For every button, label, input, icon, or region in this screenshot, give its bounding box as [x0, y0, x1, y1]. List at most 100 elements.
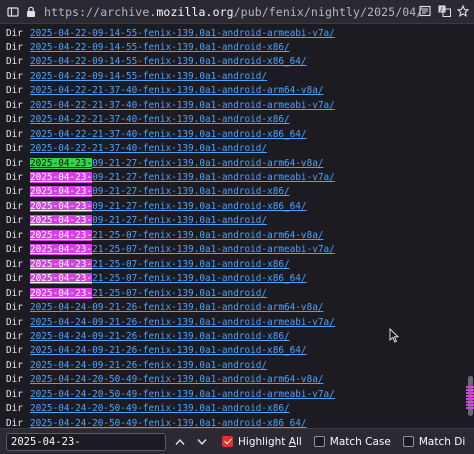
entry-type-label: Dir [6, 56, 23, 68]
highlight-all-label: Highlight All [238, 435, 302, 448]
match-diacritics-option[interactable]: Match Di [402, 436, 465, 448]
url-domain: mozilla.org [156, 4, 234, 19]
directory-link[interactable]: 2025-04-22-09-14-55-fenix-139.0a1-androi… [30, 28, 335, 39]
entry-type-label: Dir [6, 229, 23, 241]
directory-link[interactable]: 2025-04-22-21-37-40-fenix-139.0a1-androi… [30, 129, 307, 140]
entry-type-label: Dir [6, 258, 23, 270]
directory-link[interactable]: 2025-04-22-21-37-40-fenix-139.0a1-androi… [30, 100, 335, 111]
list-item: Dir 2025-04-24-09-21-26-fenix-139.0a1-and… [6, 301, 324, 315]
directory-link[interactable]: 2025-04-24-09-21-26-fenix-139.0a1-androi… [30, 360, 267, 371]
entry-type-label: Dir [6, 316, 23, 328]
directory-link[interactable]: 2025-04-24-09-21-26-fenix-139.0a1-androi… [30, 331, 290, 342]
panel-toggle-icon[interactable] [6, 5, 20, 19]
directory-link[interactable]: 2025-04-22-09-14-55-fenix-139.0a1-androi… [30, 56, 307, 67]
entry-type-label: Dir [6, 85, 23, 97]
list-item: Dir 2025-04-23-09-21-27-fenix-139.0a1-and… [6, 185, 290, 199]
match-case-option[interactable]: Match Case [313, 435, 391, 448]
reader-view-icon[interactable] [418, 4, 432, 18]
directory-link[interactable]: 2025-04-22-21-37-40-fenix-139.0a1-androi… [30, 143, 267, 154]
directory-link-text: 2025-04-22-09-14-55-fenix-139.0a1-androi… [30, 70, 268, 82]
translate-icon[interactable]: A [437, 4, 451, 18]
directory-link-text: 21-25-07-fenix-139.0a1-android/ [92, 287, 268, 299]
match-diacritics-checkbox[interactable] [402, 436, 414, 447]
directory-link-text: 2025-04-22-21-37-40-fenix-139.0a1-androi… [30, 143, 268, 155]
directory-link[interactable]: 2025-04-24-20-50-49-fenix-139.0a1-androi… [30, 418, 307, 428]
entry-type-label: Dir [6, 186, 23, 198]
directory-link[interactable]: 2025-04-22-09-14-55-fenix-139.0a1-androi… [30, 71, 267, 82]
list-item: Dir 2025-04-24-09-21-26-fenix-139.0a1-and… [6, 329, 290, 343]
directory-link[interactable]: 2025-04-24-20-50-49-fenix-139.0a1-androi… [30, 389, 335, 400]
directory-link-text: 2025-04-22-09-14-55-fenix-139.0a1-androi… [30, 56, 307, 68]
address-bar[interactable]: https://archive.mozilla.org/pub/fenix/ni… [0, 0, 474, 24]
list-item: Dir 2025-04-24-20-50-49-fenix-139.0a1-and… [6, 387, 335, 401]
list-item: Dir 2025-04-22-21-37-40-fenix-139.0a1-and… [6, 113, 290, 127]
vertical-scrollbar[interactable] [466, 24, 474, 428]
list-item: Dir 2025-04-23-21-25-07-fenix-139.0a1-and… [6, 228, 324, 242]
directory-link[interactable]: 2025-04-23-21-25-07-fenix-139.0a1-androi… [30, 273, 307, 285]
directory-link-text: 21-25-07-fenix-139.0a1-android-x86/ [92, 258, 290, 270]
find-match-highlight: 2025-04-23- [30, 258, 93, 270]
directory-link[interactable]: 2025-04-24-20-50-49-fenix-139.0a1-androi… [30, 374, 324, 385]
directory-link[interactable]: 2025-04-22-21-37-40-fenix-139.0a1-androi… [30, 114, 290, 125]
find-next-button[interactable] [194, 434, 210, 450]
highlight-all-option[interactable]: Highlight All [222, 436, 302, 448]
directory-link[interactable]: 2025-04-23-21-25-07-fenix-139.0a1-androi… [30, 229, 324, 241]
directory-link-text: 21-25-07-fenix-139.0a1-android-armeabi-v… [92, 244, 335, 256]
directory-link-text: 2025-04-24-20-50-49-fenix-139.0a1-androi… [30, 417, 307, 428]
find-match-highlight: 2025-04-23- [30, 186, 93, 198]
find-previous-button[interactable] [172, 434, 188, 450]
directory-link[interactable]: 2025-04-24-09-21-26-fenix-139.0a1-androi… [30, 302, 324, 313]
directory-link-text: 09-21-27-fenix-139.0a1-android-x86/ [92, 186, 290, 198]
directory-link[interactable]: 2025-04-23-21-25-07-fenix-139.0a1-androi… [30, 258, 290, 270]
list-item: Dir 2025-04-24-20-50-49-fenix-139.0a1-and… [6, 373, 324, 387]
entry-type-label: Dir [6, 172, 23, 183]
directory-link[interactable]: 2025-04-22-09-14-55-fenix-139.0a1-androi… [30, 42, 290, 53]
entry-type-label: Dir [6, 374, 23, 386]
directory-link-text: 2025-04-24-20-50-49-fenix-139.0a1-androi… [30, 388, 335, 400]
entry-type-label: Dir [6, 302, 23, 314]
list-item: Dir 2025-04-23-21-25-07-fenix-139.0a1-and… [6, 257, 290, 271]
directory-link-text: 2025-04-22-21-37-40-fenix-139.0a1-androi… [30, 99, 335, 111]
find-active-match: 2025-04-23- [30, 157, 93, 169]
find-match-highlight: 2025-04-23- [30, 244, 93, 256]
lock-icon[interactable] [24, 5, 38, 19]
entry-type-label: Dir [6, 417, 23, 428]
directory-link[interactable]: 2025-04-24-09-21-26-fenix-139.0a1-androi… [30, 317, 335, 328]
list-item: Dir 2025-04-22-21-37-40-fenix-139.0a1-and… [6, 142, 267, 156]
match-case-checkbox[interactable] [313, 436, 325, 447]
directory-link-text: 09-21-27-fenix-139.0a1-android-armeabi-v… [92, 172, 335, 183]
entry-type-label: Dir [6, 114, 23, 126]
directory-link[interactable]: 2025-04-22-21-37-40-fenix-139.0a1-androi… [30, 85, 324, 96]
entry-type-label: Dir [6, 388, 23, 400]
list-item: Dir 2025-04-23-09-21-27-fenix-139.0a1-and… [6, 214, 267, 228]
directory-link[interactable]: 2025-04-24-09-21-26-fenix-139.0a1-androi… [30, 345, 307, 356]
highlight-all-checkbox[interactable] [222, 436, 233, 447]
url-text[interactable]: https://archive.mozilla.org/pub/fenix/ni… [44, 5, 423, 19]
entry-type-label: Dir [6, 345, 23, 357]
directory-link-text: 09-21-27-fenix-139.0a1-android/ [92, 215, 268, 227]
directory-link-text: 09-21-27-fenix-139.0a1-android-arm64-v8a… [92, 157, 324, 169]
directory-link[interactable]: 2025-04-23-09-21-27-fenix-139.0a1-androi… [30, 186, 290, 198]
list-item: Dir 2025-04-22-09-14-55-fenix-139.0a1-and… [6, 55, 307, 69]
directory-link[interactable]: 2025-04-24-20-50-49-fenix-139.0a1-androi… [30, 403, 290, 414]
directory-link-text: 2025-04-24-09-21-26-fenix-139.0a1-androi… [30, 345, 307, 357]
bookmark-icon[interactable] [456, 4, 470, 18]
directory-link[interactable]: 2025-04-23-21-25-07-fenix-139.0a1-androi… [30, 287, 268, 299]
list-item: Dir 2025-04-24-20-50-49-fenix-139.0a1-and… [6, 402, 290, 416]
directory-link-text: 2025-04-22-21-37-40-fenix-139.0a1-androi… [30, 85, 324, 97]
entry-type-label: Dir [6, 330, 23, 342]
match-case-label: Match Case [329, 435, 391, 448]
find-input[interactable] [6, 432, 166, 451]
directory-link[interactable]: 2025-04-23-09-21-27-fenix-139.0a1-androi… [30, 172, 335, 183]
entry-type-label: Dir [6, 403, 23, 415]
entry-type-label: Dir [6, 287, 23, 299]
directory-link[interactable]: 2025-04-23-09-21-27-fenix-139.0a1-androi… [30, 200, 307, 212]
directory-link-text: 21-25-07-fenix-139.0a1-android-x86_64/ [92, 273, 307, 285]
directory-link[interactable]: 2025-04-23-21-25-07-fenix-139.0a1-androi… [30, 244, 335, 256]
entry-type-label: Dir [6, 215, 23, 227]
directory-link[interactable]: 2025-04-23-09-21-27-fenix-139.0a1-androi… [30, 157, 324, 169]
list-item: Dir 2025-04-24-09-21-26-fenix-139.0a1-and… [6, 358, 267, 372]
directory-link[interactable]: 2025-04-23-09-21-27-fenix-139.0a1-androi… [30, 215, 268, 227]
find-match-highlight: 2025-04-23- [30, 172, 93, 183]
list-item: Dir 2025-04-22-09-14-55-fenix-139.0a1-and… [6, 69, 267, 83]
